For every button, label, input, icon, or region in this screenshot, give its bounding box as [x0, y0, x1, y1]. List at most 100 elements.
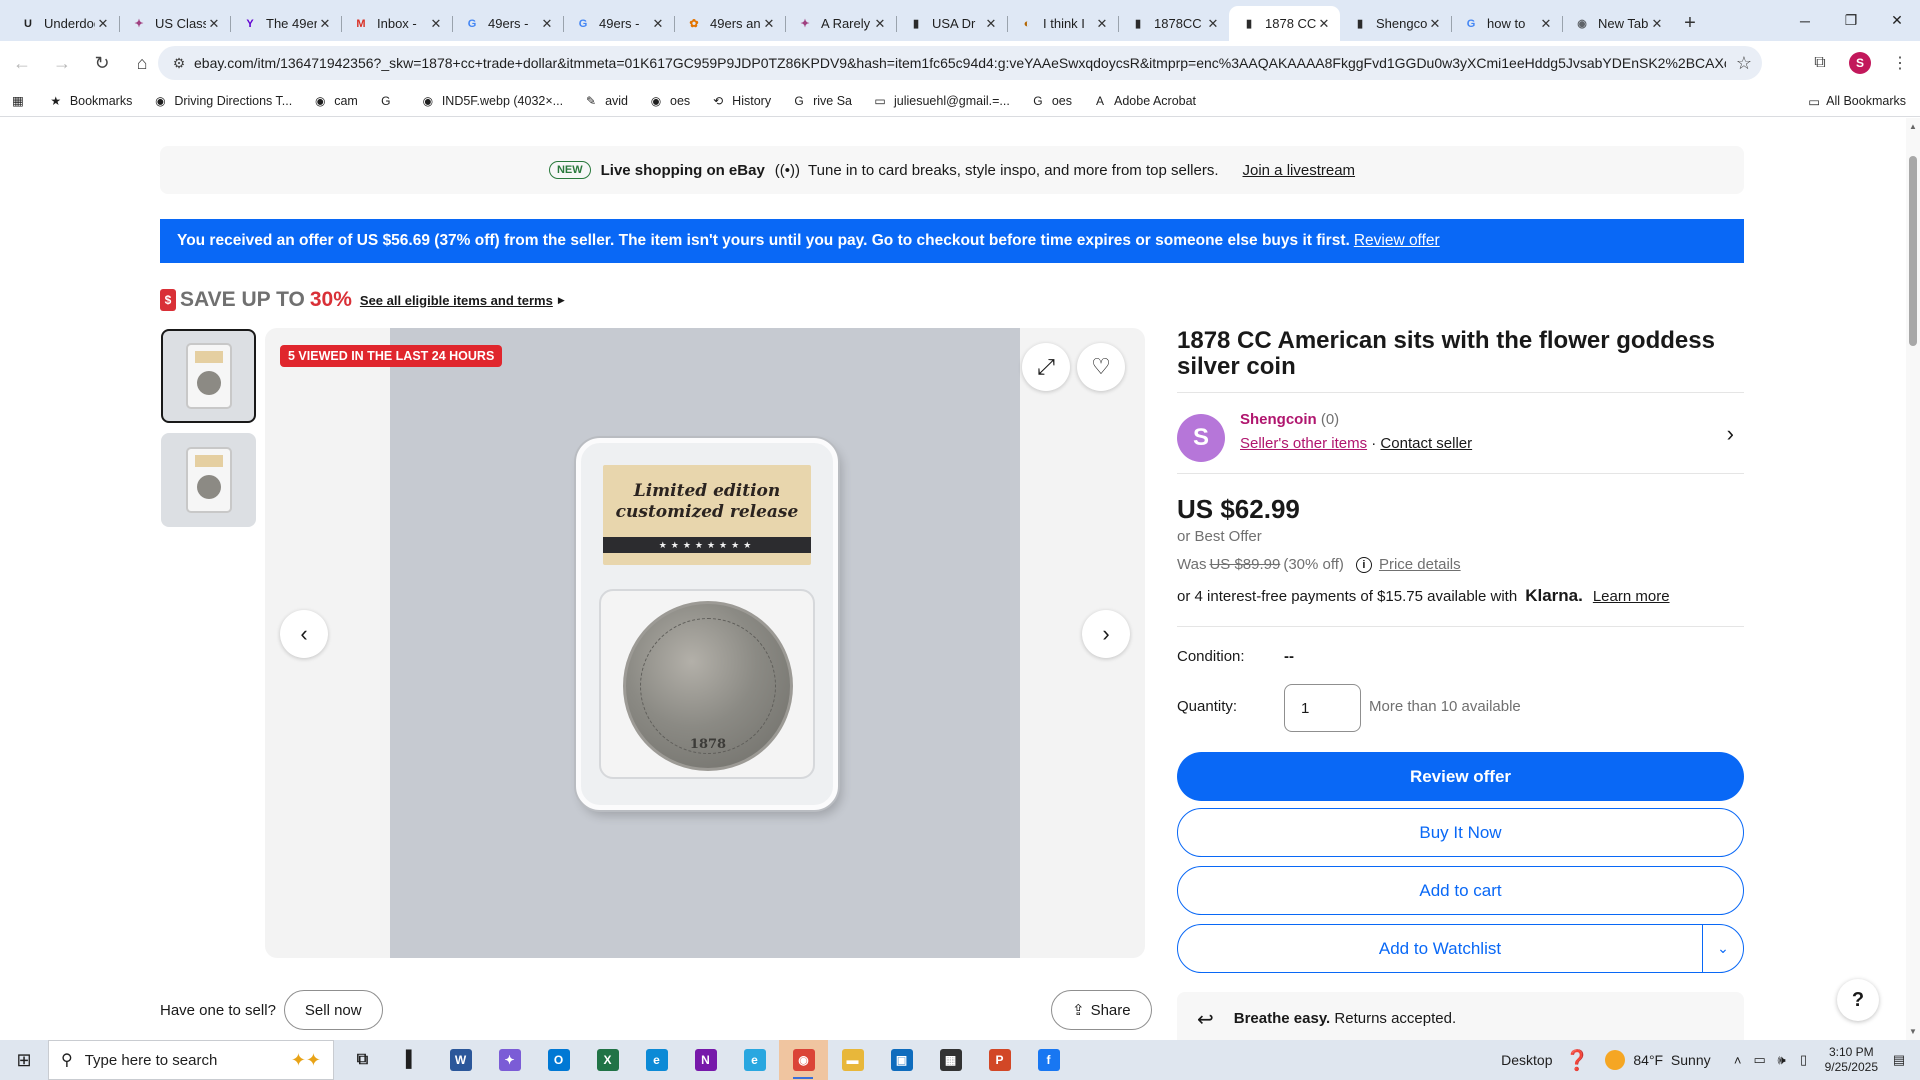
- close-tab-icon[interactable]: ✕: [983, 16, 999, 32]
- apps-grid-icon[interactable]: ▦: [12, 93, 24, 108]
- clock[interactable]: 3:10 PM 9/25/2025: [1825, 1045, 1878, 1075]
- browser-tab[interactable]: G 49ers - ✕: [563, 6, 674, 41]
- info-icon[interactable]: i: [1355, 556, 1372, 573]
- close-tab-icon[interactable]: ✕: [428, 16, 444, 32]
- chevron-up-icon[interactable]: ˄: [1727, 1053, 1749, 1068]
- minimize-icon[interactable]: ─: [1782, 0, 1828, 41]
- scroll-up-icon[interactable]: ▲: [1906, 122, 1920, 131]
- windows-start-icon[interactable]: ⊞: [0, 1040, 48, 1080]
- heart-icon[interactable]: ♡: [1077, 343, 1125, 391]
- bookmark-item[interactable]: ★ Bookmarks: [48, 93, 132, 109]
- seller-other-items-link[interactable]: Seller's other items: [1240, 435, 1367, 452]
- all-bookmarks-button[interactable]: ▭ All Bookmarks: [1808, 85, 1906, 117]
- bookmark-item[interactable]: G: [378, 93, 400, 109]
- close-tab-icon[interactable]: ✕: [1538, 16, 1554, 32]
- close-tab-icon[interactable]: ✕: [95, 16, 111, 32]
- close-tab-icon[interactable]: ✕: [539, 16, 555, 32]
- add-to-cart-button[interactable]: Add to cart: [1177, 866, 1744, 915]
- reload-icon[interactable]: ↻: [84, 45, 120, 81]
- widgets-app-icon[interactable]: ▌: [387, 1040, 436, 1080]
- close-tab-icon[interactable]: ✕: [206, 16, 222, 32]
- price-details-link[interactable]: Price details: [1379, 556, 1461, 573]
- home-icon[interactable]: ⌂: [124, 45, 160, 81]
- browser-tab[interactable]: ◐ I think I ✕: [1007, 6, 1118, 41]
- close-tab-icon[interactable]: ✕: [872, 16, 888, 32]
- chrome-app-icon[interactable]: ◉: [779, 1040, 828, 1080]
- browser-tab[interactable]: U Underdog✕: [8, 6, 119, 41]
- profile-button[interactable]: S: [1840, 43, 1880, 83]
- outlook-app-icon[interactable]: O: [534, 1040, 583, 1080]
- main-product-image[interactable]: Limited edition customized release ★★★★★…: [390, 328, 1020, 958]
- quantity-input[interactable]: 1: [1284, 684, 1361, 732]
- seller-card[interactable]: S Shengcoin (0) Seller's other items · C…: [1177, 411, 1744, 462]
- back-icon[interactable]: ←: [4, 45, 40, 81]
- contact-seller-link[interactable]: Contact seller: [1380, 435, 1472, 452]
- thumbnail-2[interactable]: [161, 433, 256, 527]
- eligible-items-link[interactable]: See all eligible items and terms: [360, 293, 553, 308]
- close-tab-icon[interactable]: ✕: [650, 16, 666, 32]
- bookmark-star-icon[interactable]: ☆: [1726, 53, 1762, 74]
- scroll-thumb[interactable]: [1909, 156, 1917, 346]
- close-tab-icon[interactable]: ✕: [1316, 16, 1332, 32]
- next-image-icon[interactable]: ›: [1082, 610, 1130, 658]
- site-info-icon[interactable]: ⚙: [164, 55, 194, 72]
- browser-tab[interactable]: ✿ 49ers and✕: [674, 6, 785, 41]
- browser-tab[interactable]: ✦ A Rarely ✕: [785, 6, 896, 41]
- weather-widget[interactable]: 84°F Sunny: [1605, 1050, 1711, 1070]
- page-scrollbar[interactable]: ▲ ▼: [1906, 118, 1920, 1040]
- learn-more-link[interactable]: Learn more: [1593, 588, 1670, 605]
- browser-tab[interactable]: ▮ USA Dr ✕: [896, 6, 1007, 41]
- bookmark-item[interactable]: ◉ oes: [648, 93, 690, 109]
- chevron-right-icon[interactable]: ›: [1727, 421, 1734, 447]
- battery-icon[interactable]: ▯: [1793, 1052, 1815, 1068]
- copilot-app-icon[interactable]: ✦: [485, 1040, 534, 1080]
- task-view-app-icon[interactable]: ⧉: [338, 1040, 387, 1080]
- bookmark-item[interactable]: ◉ cam: [312, 93, 358, 109]
- bookmark-item[interactable]: ✎ avid: [583, 93, 628, 109]
- address-bar[interactable]: ⚙ ebay.com/itm/136471942356?_skw=1878+cc…: [158, 46, 1762, 80]
- browser-tab[interactable]: ▮ 1878 CC ✕: [1229, 6, 1340, 41]
- restore-icon[interactable]: ❐: [1828, 0, 1874, 41]
- share-button[interactable]: ⇪ Share: [1051, 990, 1152, 1030]
- close-tab-icon[interactable]: ✕: [1094, 16, 1110, 32]
- browser-tab[interactable]: M Inbox - ✕: [341, 6, 452, 41]
- browser-tab[interactable]: ✦ US Classic✕: [119, 6, 230, 41]
- volume-icon[interactable]: 🕪: [1771, 1052, 1793, 1068]
- browser-tab[interactable]: Ghow to ✕: [1451, 6, 1562, 41]
- help-icon[interactable]: ?: [1837, 979, 1879, 1021]
- url-text[interactable]: ebay.com/itm/136471942356?_skw=1878+cc+t…: [194, 55, 1726, 71]
- prev-image-icon[interactable]: ‹: [280, 610, 328, 658]
- store-app-icon[interactable]: ▣: [877, 1040, 926, 1080]
- ie-app-icon[interactable]: e: [730, 1040, 779, 1080]
- browser-tab[interactable]: G 49ers - ✕: [452, 6, 563, 41]
- word-app-icon[interactable]: W: [436, 1040, 485, 1080]
- new-tab-button[interactable]: +: [1673, 6, 1707, 41]
- expand-icon[interactable]: ⤢: [1022, 343, 1070, 391]
- facebook-app-icon[interactable]: f: [1024, 1040, 1073, 1080]
- buy-it-now-button[interactable]: Buy It Now: [1177, 808, 1744, 857]
- close-tab-icon[interactable]: ✕: [1205, 16, 1221, 32]
- forward-icon[interactable]: →: [44, 45, 80, 81]
- close-tab-icon[interactable]: ✕: [1427, 16, 1443, 32]
- close-window-icon[interactable]: ✕: [1874, 0, 1920, 41]
- cast-icon[interactable]: ⧉: [1800, 43, 1840, 83]
- bookmark-item[interactable]: ◉ IND5F.webp (4032×...: [420, 93, 564, 109]
- close-tab-icon[interactable]: ✕: [1649, 16, 1665, 32]
- browser-tab[interactable]: ▮ 1878CC ✕: [1118, 6, 1229, 41]
- scroll-down-icon[interactable]: ▼: [1906, 1027, 1920, 1036]
- edge-app-icon[interactable]: e: [632, 1040, 681, 1080]
- add-to-watchlist-button[interactable]: Add to Watchlist: [1178, 925, 1703, 972]
- file-explorer-app-icon[interactable]: ▬: [828, 1040, 877, 1080]
- bookmark-item[interactable]: ◉ Driving Directions T...: [152, 93, 292, 109]
- taskbar-search[interactable]: ⚲ Type here to search ✦✦: [48, 1040, 334, 1080]
- notifications-icon[interactable]: ▤: [1888, 1052, 1910, 1068]
- menu-icon[interactable]: ⋮: [1880, 43, 1920, 83]
- review-offer-link[interactable]: Review offer: [1354, 232, 1440, 250]
- help-badge-icon[interactable]: ❓: [1564, 1048, 1589, 1073]
- powerpoint-app-icon[interactable]: P: [975, 1040, 1024, 1080]
- browser-tab[interactable]: ▮ Shengcoin✕: [1340, 6, 1451, 41]
- desktop-toolbar-label[interactable]: Desktop: [1501, 1052, 1552, 1068]
- onenote-app-icon[interactable]: N: [681, 1040, 730, 1080]
- sell-now-button[interactable]: Sell now: [283, 990, 383, 1030]
- excel-app-icon[interactable]: X: [583, 1040, 632, 1080]
